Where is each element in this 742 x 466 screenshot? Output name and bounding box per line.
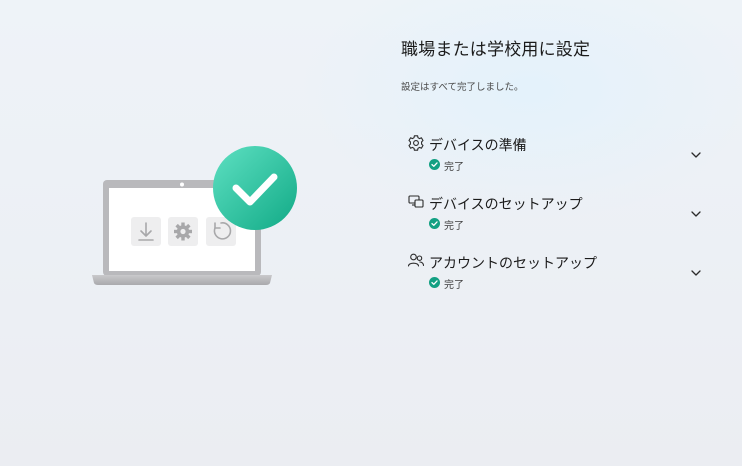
people-icon: [407, 253, 425, 267]
page-subtitle: 設定はすべて完了しました。: [401, 82, 524, 93]
laptop-illustration: [92, 146, 297, 285]
step-label: デバイスのセットアップ: [429, 197, 583, 213]
step-status-text: 完了: [444, 221, 464, 232]
page-title: 職場または学校用に設定: [401, 40, 591, 60]
step-label: アカウントのセットアップ: [429, 256, 597, 272]
step-status-text: 完了: [444, 280, 464, 291]
download-icon: [131, 217, 161, 246]
gear-icon: [408, 135, 424, 151]
step-label: デバイスの準備: [429, 138, 527, 154]
step-device-preparation[interactable]: デバイスの準備 完了: [401, 134, 711, 182]
devices-icon: [408, 195, 424, 208]
check-circle-icon: [429, 159, 440, 170]
chevron-down-icon[interactable]: [688, 147, 704, 163]
step-status-text: 完了: [444, 162, 464, 173]
settings-icon: [168, 217, 198, 246]
success-badge-icon: [213, 146, 297, 230]
step-account-setup[interactable]: アカウントのセットアップ 完了: [401, 252, 711, 300]
check-circle-icon: [429, 277, 440, 288]
step-device-setup[interactable]: デバイスのセットアップ 完了: [401, 193, 711, 241]
check-circle-icon: [429, 218, 440, 229]
chevron-down-icon[interactable]: [688, 265, 704, 281]
background-glow: [300, 0, 742, 220]
chevron-down-icon[interactable]: [688, 206, 704, 222]
